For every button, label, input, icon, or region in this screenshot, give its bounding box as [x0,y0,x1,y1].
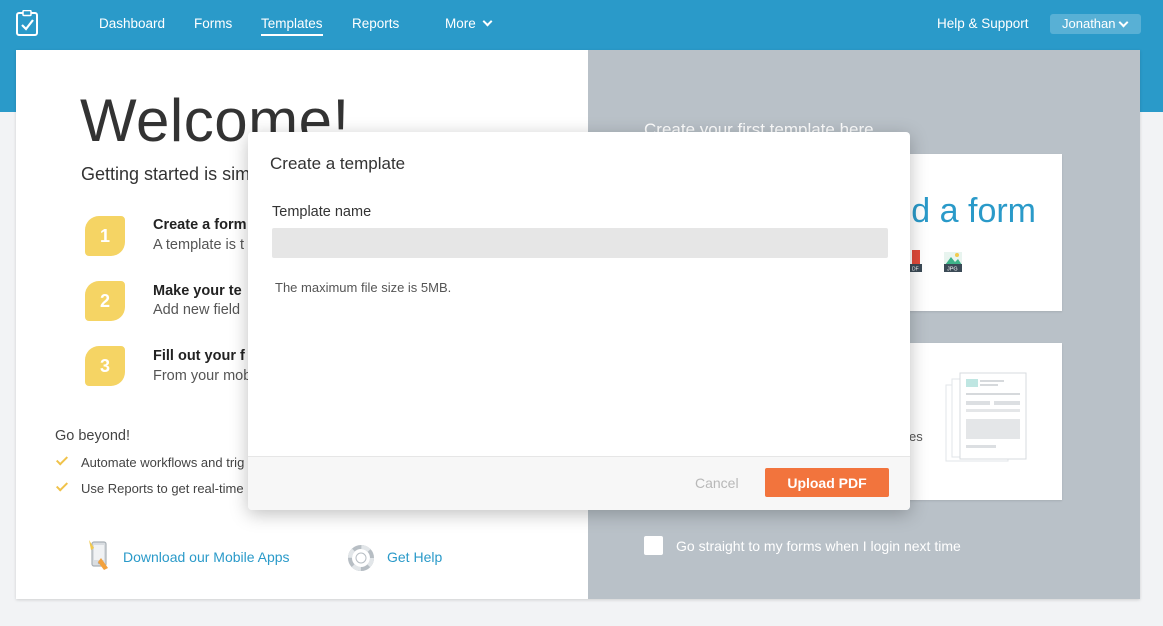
step-3-subtitle: From your mob [153,368,252,384]
user-menu-button[interactable]: Jonathan [1050,14,1141,34]
step-1-subtitle: A template is t [153,237,245,253]
lifebuoy-icon [348,545,374,571]
user-name: Jonathan [1062,16,1116,31]
nav-forms[interactable]: Forms [194,16,232,31]
nav-more-label: More [445,16,476,31]
cancel-button[interactable]: Cancel [695,475,739,491]
template-card-text: es [909,429,923,444]
pdf-icon-label: DF [912,267,919,273]
modal-footer: Cancel Upload PDF [248,456,910,510]
checkmark-icon [55,479,69,492]
file-size-hint: The maximum file size is 5MB. [275,280,452,295]
template-name-label: Template name [272,204,372,220]
step-3-title: Fill out your f [153,348,245,364]
step-1-badge: 1 [85,216,125,256]
chevron-down-icon [1118,17,1129,28]
create-template-modal: Create a template Template name The maxi… [248,132,910,510]
document-stack-icon [945,372,1027,462]
pdf-file-icon: DF [910,250,922,273]
step-2-badge: 2 [85,281,125,321]
nav-reports[interactable]: Reports [352,16,399,31]
checklist-logo-icon[interactable] [16,10,38,36]
template-library-card[interactable]: es [888,343,1062,500]
upload-card-text: d a form [911,192,1036,230]
nav-more[interactable]: More [445,16,493,31]
go-beyond-item: Use Reports to get real-time [55,479,244,496]
step-2-subtitle: Add new field [153,302,241,318]
nav-dashboard[interactable]: Dashboard [99,16,165,31]
go-straight-checkbox[interactable] [644,536,663,555]
jpg-icon-label: JPG [947,267,958,273]
get-help-link[interactable]: Get Help [387,549,442,565]
go-beyond-item-label: Automate workflows and trig [81,455,245,470]
upload-form-card[interactable]: d a form DF JPG [888,154,1062,311]
mobile-apps-icon [89,540,108,570]
go-beyond-item-label: Use Reports to get real-time [81,481,244,496]
step-1-title: Create a form [153,217,247,233]
checkmark-icon [55,453,69,466]
go-straight-label: Go straight to my forms when I login nex… [676,538,961,555]
upload-pdf-button[interactable]: Upload PDF [765,468,889,497]
download-mobile-apps-link[interactable]: Download our Mobile Apps [123,549,290,565]
step-2-title: Make your te [153,283,242,299]
go-beyond-title: Go beyond! [55,428,130,444]
welcome-subtitle: Getting started is sim [81,164,251,184]
template-name-input[interactable] [272,228,888,258]
nav-templates[interactable]: Templates [261,16,323,36]
help-support-link[interactable]: Help & Support [937,16,1029,31]
go-straight-row: Go straight to my forms when I login nex… [644,536,961,557]
step-3-badge: 3 [85,346,125,386]
chevron-down-icon [482,16,493,27]
jpg-file-icon: JPG [944,252,962,273]
go-beyond-item: Automate workflows and trig [55,453,245,470]
modal-title: Create a template [270,154,406,173]
